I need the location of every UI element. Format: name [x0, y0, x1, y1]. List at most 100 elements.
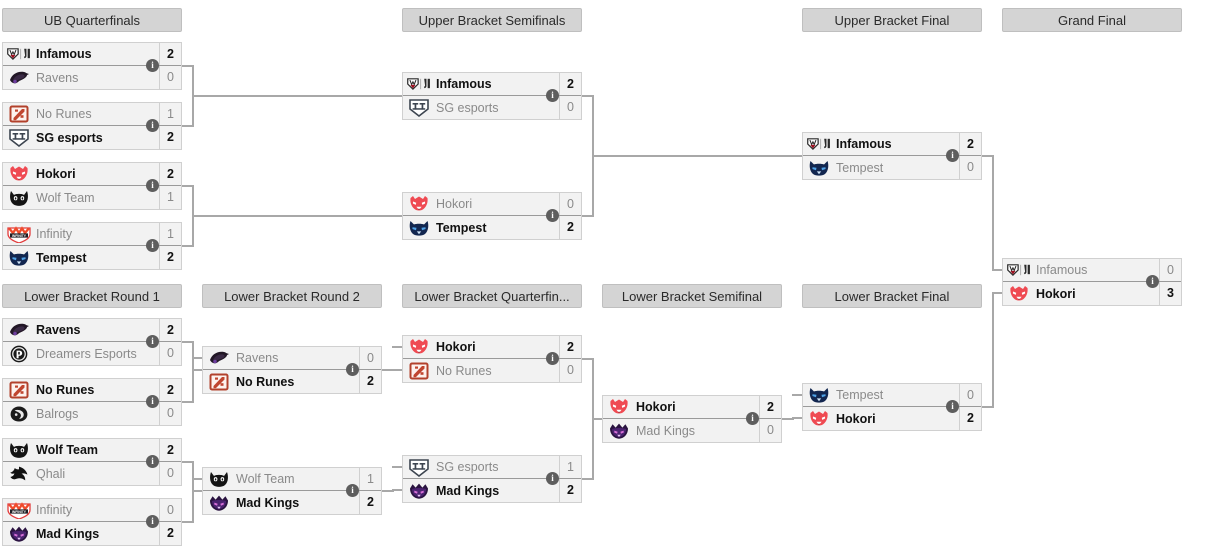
bracket-connector	[182, 125, 192, 127]
ravens-logo	[206, 348, 232, 369]
match-lbr1m2[interactable]: No Runes 2 i Balrogs 0	[2, 378, 182, 426]
match-ubf1[interactable]: Infamous 2 i Tempest 0	[802, 132, 982, 180]
team-score: 2	[159, 439, 181, 461]
round-header-ubf: Upper Bracket Final	[802, 8, 982, 32]
team-score: 2	[759, 396, 781, 418]
madkings-logo	[6, 523, 32, 544]
team-score: 0	[559, 96, 581, 119]
team-row-ubsf1-top[interactable]: Infamous 2 i	[403, 73, 581, 102]
match-info-icon[interactable]: i	[146, 59, 159, 72]
match-info-icon[interactable]: i	[546, 209, 559, 222]
bracket-connector	[582, 215, 592, 217]
match-info-icon[interactable]: i	[146, 455, 159, 468]
team-name: SG esports	[36, 130, 103, 145]
team-score: 2	[559, 73, 581, 95]
hokori-logo	[6, 164, 32, 185]
team-score: 1	[159, 186, 181, 209]
bracket-connector	[182, 245, 192, 247]
match-lbr1m3[interactable]: Wolf Team 2 i Qhali 0	[2, 438, 182, 486]
team-row-lbr1m1-top[interactable]: Ravens 2 i	[3, 319, 181, 348]
bracket-connector	[182, 341, 192, 343]
infamous-logo	[406, 74, 432, 95]
match-ubsf1[interactable]: Infamous 2 i SG esports 0	[402, 72, 582, 120]
team-row-ubqf2-top[interactable]: No Runes 1 i	[3, 103, 181, 132]
team-score: 0	[759, 419, 781, 442]
match-lbsf1[interactable]: Hokori 2 i Mad Kings 0	[602, 395, 782, 443]
match-info-icon[interactable]: i	[146, 179, 159, 192]
match-lbr2m1[interactable]: Ravens 0 i No Runes 2	[202, 346, 382, 394]
match-info-icon[interactable]: i	[546, 472, 559, 485]
bracket-connector	[192, 478, 202, 480]
team-row-lbr1m3-top[interactable]: Wolf Team 2 i	[3, 439, 181, 468]
team-row-lbr1m2-top[interactable]: No Runes 2 i	[3, 379, 181, 408]
bracket-connector	[192, 185, 194, 217]
bracket-connector	[192, 369, 194, 403]
team-row-gf1-top[interactable]: Infamous 0 i	[1003, 259, 1181, 288]
team-row-lbqfm1-top[interactable]: Hokori 2 i	[403, 336, 581, 365]
match-info-icon[interactable]: i	[146, 335, 159, 348]
match-lbqfm2[interactable]: SG esports 1 i Mad Kings 2	[402, 455, 582, 503]
team-score: 0	[559, 359, 581, 382]
team-row-ubf1-top[interactable]: Infamous 2 i	[803, 133, 981, 162]
team-row-lbr1m4-top[interactable]: INFINITY Infinity 0 i	[3, 499, 181, 528]
team-name: Dreamers Esports	[36, 346, 137, 361]
match-info-icon[interactable]: i	[546, 352, 559, 365]
match-info-icon[interactable]: i	[346, 363, 359, 376]
match-ubqf4[interactable]: INFINITY Infinity 1 i Tempest 2	[2, 222, 182, 270]
match-lbf1[interactable]: Tempest 0 i Hokori 2	[802, 383, 982, 431]
match-lbqfm1[interactable]: Hokori 2 i No Runes 0	[402, 335, 582, 383]
match-ubqf2[interactable]: No Runes 1 i SG esports 2	[2, 102, 182, 150]
team-score: 2	[159, 126, 181, 149]
team-row-lbr2m2-top[interactable]: Wolf Team 1 i	[203, 468, 381, 497]
bracket-connector	[182, 461, 192, 463]
team-name: Hokori	[836, 411, 876, 426]
bracket-connector	[992, 269, 1002, 271]
match-info-icon[interactable]: i	[546, 89, 559, 102]
match-ubqf3[interactable]: Hokori 2 i Wolf Team 1	[2, 162, 182, 210]
round-header-lbf: Lower Bracket Final	[802, 284, 982, 308]
sgesports-logo	[406, 97, 432, 118]
bracket-connector	[392, 489, 402, 491]
infinity-logo: INFINITY	[6, 224, 32, 245]
team-score: 0	[159, 342, 181, 365]
round-header-ubsf: Upper Bracket Semifinals	[402, 8, 582, 32]
team-row-lbr2m1-top[interactable]: Ravens 0 i	[203, 347, 381, 376]
team-row-ubqf4-top[interactable]: INFINITY Infinity 1 i	[3, 223, 181, 252]
bracket-connector	[792, 394, 802, 396]
team-name: Infamous	[36, 47, 92, 61]
match-info-icon[interactable]: i	[146, 119, 159, 132]
team-row-ubsf2-top[interactable]: Hokori 0 i	[403, 193, 581, 222]
match-info-icon[interactable]: i	[346, 484, 359, 497]
match-info-icon[interactable]: i	[746, 412, 759, 425]
team-row-ubqf3-top[interactable]: Hokori 2 i	[3, 163, 181, 192]
match-info-icon[interactable]: i	[946, 400, 959, 413]
match-info-icon[interactable]: i	[946, 149, 959, 162]
team-row-lbf1-top[interactable]: Tempest 0 i	[803, 384, 981, 413]
team-score: 2	[959, 133, 981, 155]
team-row-ubqf1-top[interactable]: Infamous 2 i	[3, 43, 181, 72]
team-score: 2	[159, 246, 181, 269]
match-ubsf2[interactable]: Hokori 0 i Tempest 2	[402, 192, 582, 240]
team-score: 2	[159, 522, 181, 545]
team-name: Wolf Team	[36, 443, 99, 457]
norunes-logo	[6, 104, 32, 125]
match-gf1[interactable]: Infamous 0 i Hokori 3	[1002, 258, 1182, 306]
bracket-connector	[182, 65, 192, 67]
match-info-icon[interactable]: i	[146, 515, 159, 528]
match-lbr1m1[interactable]: Ravens 2 i Dreamers Esports 0	[2, 318, 182, 366]
match-info-icon[interactable]: i	[146, 239, 159, 252]
match-lbr1m4[interactable]: INFINITY Infinity 0 i Mad Kings 2	[2, 498, 182, 546]
team-row-lbqfm2-top[interactable]: SG esports 1 i	[403, 456, 581, 485]
match-ubqf1[interactable]: Infamous 2 i Ravens 0	[2, 42, 182, 90]
svg-text:INFINITY: INFINITY	[12, 233, 27, 237]
match-info-icon[interactable]: i	[1146, 275, 1159, 288]
dreamers-logo	[6, 343, 32, 364]
team-row-lbsf1-top[interactable]: Hokori 2 i	[603, 396, 781, 425]
ravens-logo	[6, 320, 32, 341]
match-info-icon[interactable]: i	[146, 395, 159, 408]
wolfteam-logo	[206, 469, 232, 490]
team-score: 2	[359, 491, 381, 514]
match-lbr2m2[interactable]: Wolf Team 1 i Mad Kings 2	[202, 467, 382, 515]
bracket-connector	[192, 341, 194, 371]
infamous-logo	[1006, 260, 1032, 281]
